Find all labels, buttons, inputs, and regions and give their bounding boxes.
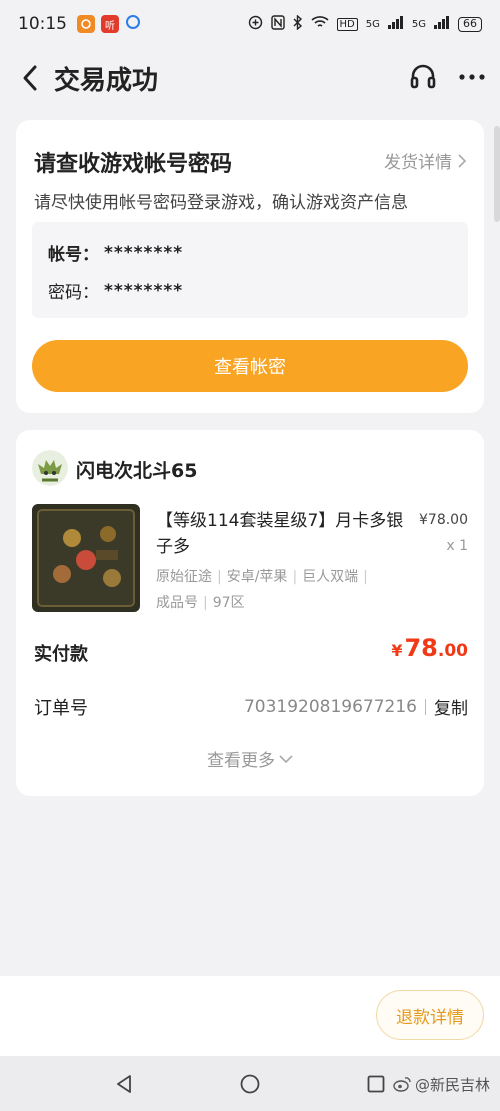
product-tag: 成品号 <box>156 595 198 611</box>
paid-label: 实付款 <box>34 644 88 665</box>
signal-icon <box>387 15 404 33</box>
view-credentials-button[interactable]: 查看帐密 <box>32 340 468 392</box>
side-scroll-handle[interactable] <box>494 126 500 222</box>
status-time: 10:15 <box>18 14 67 34</box>
watermark-text: @新民吉林 <box>414 1076 490 1094</box>
bluetooth-icon <box>293 13 303 34</box>
system-nav-bar: @新民吉林 <box>0 1056 500 1111</box>
headset-icon <box>410 64 436 89</box>
back-button[interactable] <box>18 62 44 94</box>
account-label: 帐号： <box>48 245 99 265</box>
product-tag: 安卓/苹果 <box>226 569 288 585</box>
customer-service-button[interactable] <box>408 62 438 92</box>
paid-amount: ¥ 78 .00 <box>391 634 468 662</box>
divider <box>425 698 426 715</box>
delivery-detail-label: 发货详情 <box>384 153 452 173</box>
order-number-row: 7031920819677216 复制 <box>243 694 468 720</box>
product-quantity: x 1 <box>446 538 468 554</box>
nav-home-button[interactable] <box>240 1074 260 1098</box>
signal-icon-2 <box>434 15 450 33</box>
nav-recent-button[interactable] <box>366 1074 386 1098</box>
chevron-down-icon <box>279 754 293 763</box>
status-indicators: HD 5G 5G 66 <box>248 13 482 34</box>
account-value: ******** <box>104 242 184 263</box>
password-label: 密码： <box>48 283 99 303</box>
circle-home-icon <box>240 1074 260 1094</box>
product-price: ¥78.00 <box>419 512 468 528</box>
watermark: @新民吉林 <box>393 1074 490 1095</box>
password-value: ******** <box>104 280 184 301</box>
notification-app-icon <box>77 15 95 33</box>
password-row: 密码： ******** <box>48 278 184 304</box>
credentials-title: 请查收游戏帐号密码 <box>34 152 233 177</box>
network-label-1: 5G <box>365 18 380 30</box>
product-tag: 巨人双端 <box>302 569 359 585</box>
chevron-right-icon <box>458 153 466 168</box>
listen-app-icon: 听 <box>101 15 119 33</box>
paid-integer: 78 <box>404 634 438 662</box>
account-row: 帐号： ******** <box>48 240 184 266</box>
view-more-label: 查看更多 <box>207 751 275 771</box>
order-card: 闪电次北斗65 【等级114套装星级7】月卡多银子多 ¥78.00 x 1 原始… <box>16 430 484 796</box>
page-header: 交易成功 <box>0 48 500 108</box>
order-number: 7031920819677216 <box>243 696 417 717</box>
refund-detail-button[interactable]: 退款详情 <box>376 990 484 1040</box>
triangle-back-icon <box>117 1075 131 1093</box>
battery-indicator: 66 <box>458 16 482 32</box>
add-circle-icon <box>248 15 263 34</box>
status-bar: 10:15 听 HD 5G 5G 66 <box>0 0 500 48</box>
more-options-button[interactable] <box>456 62 488 92</box>
copy-order-button[interactable]: 复制 <box>434 694 468 719</box>
delivery-detail-link[interactable]: 发货详情 <box>384 148 466 173</box>
hd-label: HD <box>336 17 358 31</box>
credentials-subtitle: 请尽快使用帐号密码登录游戏，确认游戏资产信息 <box>34 193 408 213</box>
product-tag: 97区 <box>212 595 245 611</box>
weibo-logo-icon <box>393 1077 411 1092</box>
product-tag: 原始征途 <box>156 569 212 585</box>
seller-name[interactable]: 闪电次北斗65 <box>76 456 197 483</box>
page-title: 交易成功 <box>54 66 159 96</box>
product-tags: 原始征途 | 安卓/苹果 | 巨人双端 | 成品号 | 97区 <box>156 569 368 611</box>
credentials-box: 帐号： ******** 密码： ******** <box>32 222 468 318</box>
chevron-left-icon <box>23 65 37 91</box>
sync-icon <box>125 14 141 34</box>
bottom-action-bar: 退款详情 <box>0 976 500 1056</box>
account-credentials-card: 请查收游戏帐号密码 发货详情 请尽快使用帐号密码登录游戏，确认游戏资产信息 帐号… <box>16 120 484 413</box>
order-number-label: 订单号 <box>34 698 88 719</box>
network-label-2: 5G <box>411 18 426 30</box>
square-recent-icon <box>367 1075 385 1093</box>
view-more-button[interactable]: 查看更多 <box>16 746 484 771</box>
nav-back-button[interactable] <box>114 1074 134 1098</box>
nfc-icon <box>270 14 285 34</box>
wifi-icon <box>310 15 329 33</box>
seller-avatar[interactable] <box>32 450 68 486</box>
paid-currency: ¥ <box>391 641 403 660</box>
paid-decimal: .00 <box>437 641 468 661</box>
product-title[interactable]: 【等级114套装星级7】月卡多银子多 <box>156 508 406 560</box>
more-dots-icon <box>459 74 485 80</box>
product-thumbnail[interactable] <box>32 504 140 612</box>
